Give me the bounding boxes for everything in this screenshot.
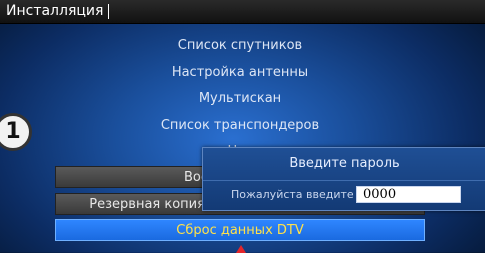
window-title: Инсталляция [6, 3, 104, 19]
menu-item-transponder-list[interactable]: Список транспондеров [55, 115, 425, 137]
menu-item-reset-dtv[interactable]: Сброс данных DTV [55, 219, 425, 241]
password-input[interactable]: 0000 [356, 186, 461, 203]
password-dialog: Введите пароль Пожалуйста введите 0000 [202, 147, 485, 211]
password-prompt-label: Пожалуйста введите [231, 188, 354, 201]
title-bar: Инсталляция [0, 0, 485, 24]
dialog-title: Введите пароль [203, 148, 485, 181]
menu-item-antenna-setup[interactable]: Настройка антенны [55, 62, 425, 84]
menu-item-satellite-list[interactable]: Список спутников [55, 35, 425, 57]
step-number-badge: 1 [0, 113, 32, 151]
text-cursor [108, 4, 109, 19]
menu-item-multiscan[interactable]: Мультискан [55, 88, 425, 110]
